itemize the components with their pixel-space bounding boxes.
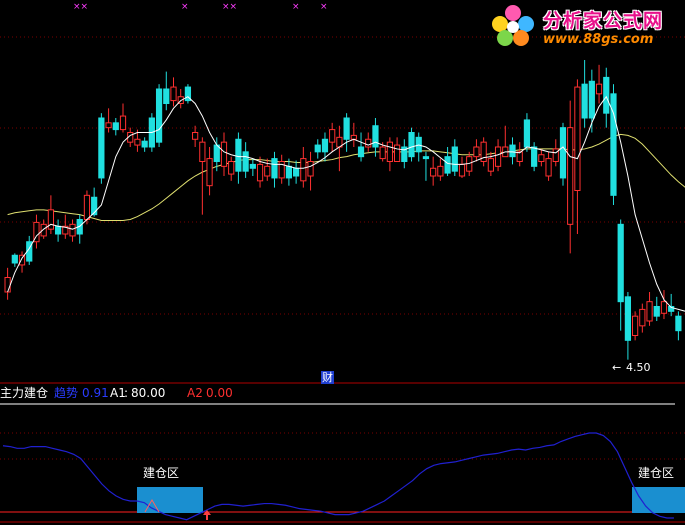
candle-body: [437, 165, 444, 177]
candle-body: [588, 80, 595, 119]
candle-body: [343, 117, 350, 140]
candle-body: [192, 132, 199, 140]
candle-body: [531, 146, 538, 167]
finance-marker[interactable]: 财: [321, 371, 334, 384]
candle-body: [372, 125, 379, 148]
zone-label: 建仓区: [638, 466, 675, 480]
candle-body: [646, 301, 653, 322]
candle-body: [83, 194, 91, 220]
candle-body: [155, 88, 163, 143]
candle-body: [119, 115, 127, 131]
watermark-url: www.88gs.com: [543, 32, 654, 47]
candlesticks[interactable]: [4, 60, 682, 360]
candle-body: [559, 127, 567, 179]
candle-body: [386, 141, 393, 163]
candle-body: [11, 254, 18, 264]
candle-body: [105, 122, 112, 129]
flower-logo-icon: [492, 5, 534, 46]
candle-body: [545, 158, 552, 177]
candle-body: [300, 158, 307, 182]
signal-mark: ×: [181, 2, 189, 12]
watermark-title: 分析家公式网: [543, 10, 664, 32]
candle-body: [47, 209, 54, 230]
candle-body: [285, 165, 293, 179]
candle-body: [357, 146, 365, 158]
candle-body: [170, 86, 177, 102]
candle-body: [213, 144, 220, 162]
candle-body: [653, 306, 660, 317]
candle-body: [98, 117, 105, 179]
candle-body: [617, 223, 624, 303]
candle-body: [264, 165, 271, 177]
candle-body: [595, 83, 603, 95]
candle-body: [473, 146, 480, 158]
candle-body: [523, 119, 531, 148]
low-annotation: 4.50: [626, 361, 651, 374]
indicator-name[interactable]: 主力建仓: [0, 387, 48, 400]
candle-body: [451, 146, 458, 172]
candle-body: [293, 167, 300, 177]
candle-body: [329, 129, 336, 143]
candle-body: [235, 138, 242, 172]
candle-body: [639, 308, 646, 327]
signal-mark: ×: [320, 2, 328, 12]
candle-body: [271, 158, 278, 179]
candle-body: [54, 225, 62, 235]
candle-body: [206, 158, 213, 187]
build-zone-block: [632, 487, 685, 513]
candle-body: [660, 301, 668, 314]
indicator-field1-value: 0.91: [82, 386, 109, 400]
candle-body: [379, 146, 386, 160]
indicator-field3-value: 0.00: [206, 386, 233, 400]
candle-body: [18, 254, 26, 266]
watermark: 分析家公式网 www.88gs.com: [485, 0, 685, 50]
candle-body: [494, 146, 502, 167]
candle-body: [393, 144, 401, 162]
candle-body: [350, 134, 357, 140]
candle-body: [256, 163, 264, 182]
signal-mark: ××: [73, 2, 89, 12]
candle-body: [430, 167, 437, 177]
low-annotation-arrow-icon: ←: [612, 361, 622, 374]
stock-chart[interactable]: [0, 0, 685, 525]
candle-body: [509, 144, 516, 158]
indicator-field3-label: A2: [187, 386, 203, 400]
signal-mark: ×: [292, 2, 300, 12]
zone-label: 建仓区: [143, 466, 180, 480]
candle-body: [444, 156, 451, 174]
candle-body: [581, 83, 588, 119]
candle-body: [538, 154, 545, 163]
candle-body: [220, 141, 228, 167]
candle-body: [163, 88, 170, 104]
candle-body: [422, 156, 430, 160]
candle-body: [134, 138, 141, 146]
candle-body: [307, 161, 314, 177]
candle-body: [567, 127, 574, 225]
candle-body: [4, 277, 11, 293]
signal-mark: ××: [222, 2, 238, 12]
candle-body: [112, 122, 119, 131]
candle-body: [314, 144, 321, 153]
candle-body: [624, 296, 632, 341]
candle-body: [408, 132, 415, 158]
candle-body: [141, 140, 148, 148]
candle-body: [675, 315, 682, 332]
candle-body: [321, 138, 329, 153]
candle-body: [40, 223, 47, 237]
indicator-curve: [2, 432, 674, 521]
candle-body: [199, 141, 206, 163]
indicator-field2-value: 80.00: [131, 386, 166, 400]
candle-body: [242, 151, 249, 172]
candle-body: [69, 223, 76, 237]
candle-body: [228, 161, 235, 175]
indicator-field1-label: 趋势: [54, 386, 79, 400]
candle-body: [458, 163, 466, 177]
candle-body: [603, 76, 610, 114]
candle-body: [574, 86, 581, 191]
candle-body: [365, 138, 372, 148]
candle-body: [632, 315, 639, 336]
indicator-panel[interactable]: [2, 432, 685, 521]
candle-body: [487, 158, 494, 172]
candle-body: [249, 163, 256, 169]
